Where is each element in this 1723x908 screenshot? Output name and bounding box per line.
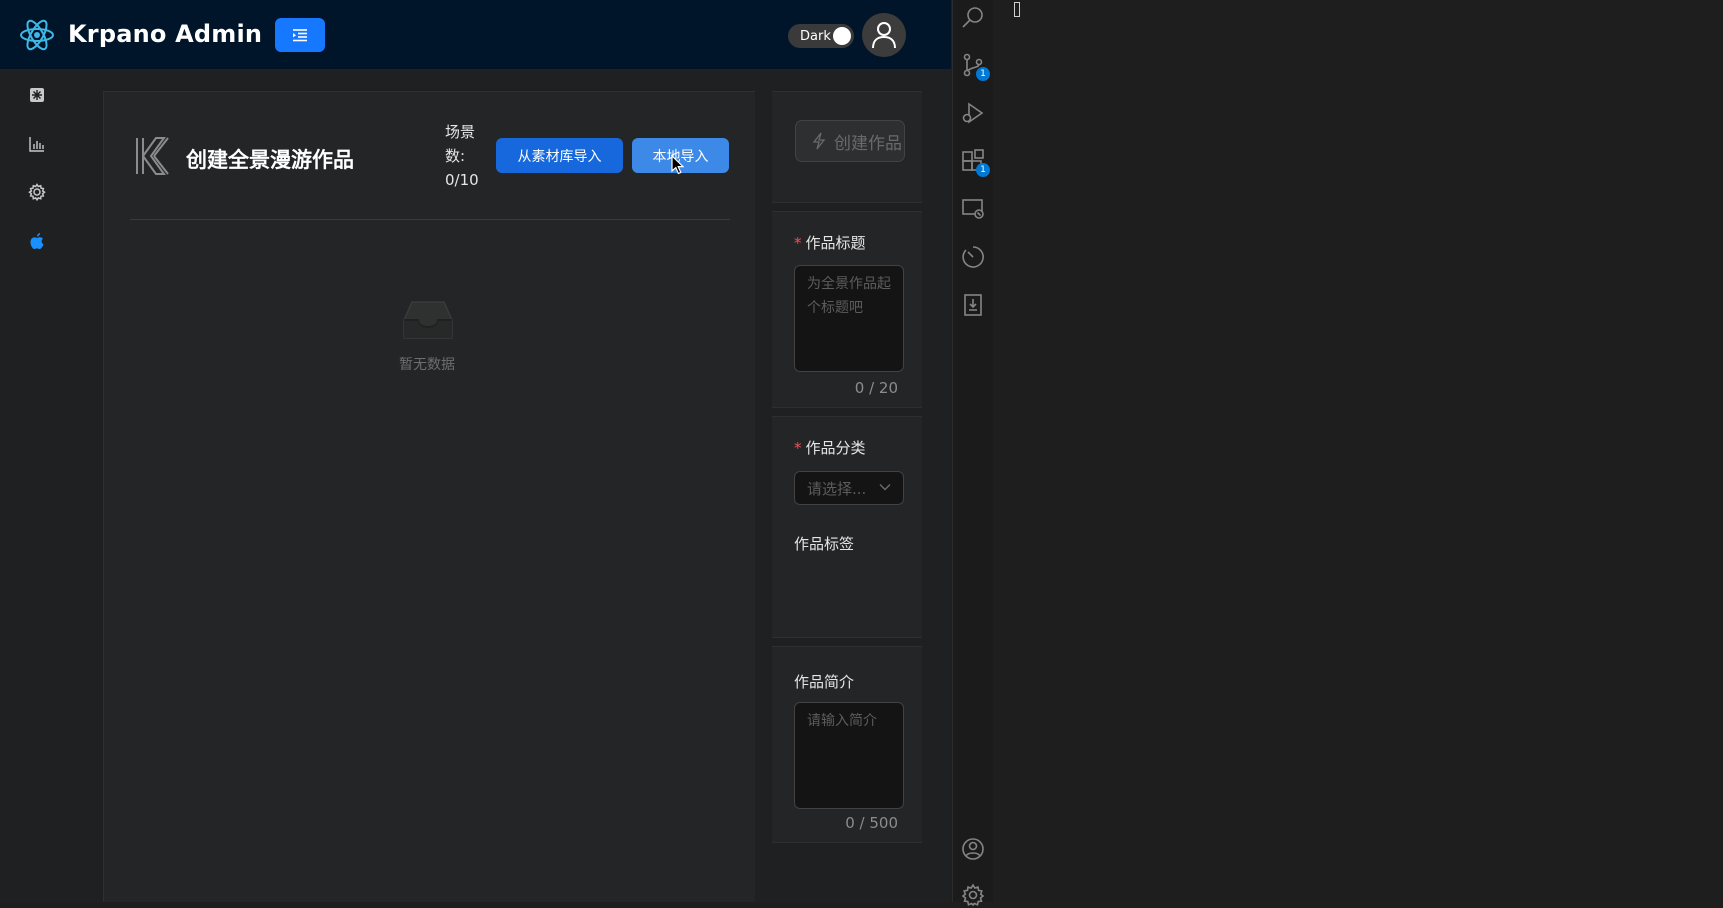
card-divider: [130, 219, 730, 220]
sidebar-item-statistics[interactable]: [26, 133, 48, 155]
scene-count-value: 0/10: [445, 171, 479, 189]
create-work-button[interactable]: 创建作品: [795, 120, 905, 162]
sidebar-item-settings[interactable]: [26, 181, 48, 203]
menu-fold-icon: [293, 29, 307, 42]
mouse-cursor-icon: [671, 155, 685, 175]
scene-count: 场景数: 0/10: [445, 120, 485, 192]
top-header: Krpano Admin Dark: [0, 0, 951, 69]
intro-field-label: 作品简介: [794, 673, 855, 691]
app-title: Krpano Admin: [68, 20, 263, 48]
theme-toggle-label: Dark: [800, 28, 831, 44]
sidebar-item-apple[interactable]: [26, 230, 48, 252]
activity-source-control[interactable]: 1: [960, 52, 990, 81]
activity-extensions[interactable]: 1: [960, 148, 990, 177]
user-icon: [872, 22, 896, 49]
category-tags-card: * 作品分类 请选择... 作品标签: [772, 416, 922, 638]
source-control-badge: 1: [976, 67, 990, 81]
activity-manage[interactable]: [960, 882, 986, 908]
account-icon: [962, 838, 984, 860]
activity-search[interactable]: [960, 4, 986, 30]
empty-state-text: 暂无数据: [399, 357, 455, 373]
react-logo-icon: [20, 19, 54, 51]
remote-explorer-icon: [962, 199, 984, 219]
text-cursor: [1014, 2, 1020, 17]
activity-run-debug[interactable]: [960, 100, 986, 126]
manage-gear-icon: [961, 883, 985, 907]
dashboard-icon: [30, 88, 44, 102]
intro-textarea[interactable]: 请输入简介: [794, 702, 904, 809]
editor-area[interactable]: [993, 0, 1723, 902]
run-debug-icon: [962, 102, 984, 124]
chevron-down-icon: [879, 484, 891, 491]
gear-icon: [28, 183, 46, 201]
sidebar-item-dashboard[interactable]: [26, 84, 48, 106]
activity-docker[interactable]: [960, 292, 986, 318]
krpano-logo-icon: [136, 137, 169, 175]
timeline-icon: [962, 246, 984, 268]
user-avatar[interactable]: [862, 13, 906, 57]
intro-field-card: 作品简介 请输入简介 0 / 500: [772, 646, 922, 843]
create-work-card: 创建作品: [772, 91, 922, 203]
scene-list-card: 创建全景漫游作品 场景数: 0/10 从素材库导入 本地导入 暂无数据: [103, 91, 755, 902]
activity-account[interactable]: [960, 836, 986, 862]
tags-field-label: 作品标签: [794, 535, 855, 553]
bar-chart-icon: [29, 137, 44, 152]
title-char-count: 0 / 20: [854, 379, 898, 397]
search-icon: [962, 7, 983, 28]
title-field-label: * 作品标题: [794, 234, 866, 252]
sidebar: [0, 69, 72, 902]
activity-remote-explorer[interactable]: [960, 196, 986, 222]
create-work-button-label: 创建作品: [834, 133, 902, 154]
empty-inbox-icon: [403, 301, 453, 339]
title-textarea[interactable]: 为全景作品起个标题吧: [794, 265, 904, 372]
vscode-activity-bar: 1 1: [952, 0, 993, 907]
extensions-badge: 1: [976, 163, 990, 177]
category-select[interactable]: 请选择...: [794, 471, 904, 505]
category-select-placeholder: 请选择...: [807, 479, 867, 498]
menu-collapse-button[interactable]: [275, 18, 325, 52]
import-from-library-button[interactable]: 从素材库导入: [496, 138, 623, 173]
page-title: 创建全景漫游作品: [186, 148, 354, 172]
thunderbolt-icon: [812, 132, 826, 150]
theme-toggle-switch[interactable]: Dark: [788, 24, 854, 48]
docker-icon: [964, 294, 982, 316]
title-field-card: * 作品标题 为全景作品起个标题吧 0 / 20: [772, 211, 922, 408]
activity-timeline[interactable]: [960, 244, 986, 270]
scene-count-label: 场景数:: [445, 123, 476, 165]
switch-knob: [833, 27, 851, 45]
apple-icon: [30, 233, 44, 249]
category-field-label: * 作品分类: [794, 439, 866, 457]
work-form-column: 创建作品 * 作品标题 为全景作品起个标题吧 0 / 20 * 作品分类 请选择..…: [767, 91, 927, 902]
krpano-admin-app: Krpano Admin Dark 创建全景漫游作品 场景数: 0/10 从素材…: [0, 0, 951, 902]
intro-char-count: 0 / 500: [845, 814, 898, 832]
